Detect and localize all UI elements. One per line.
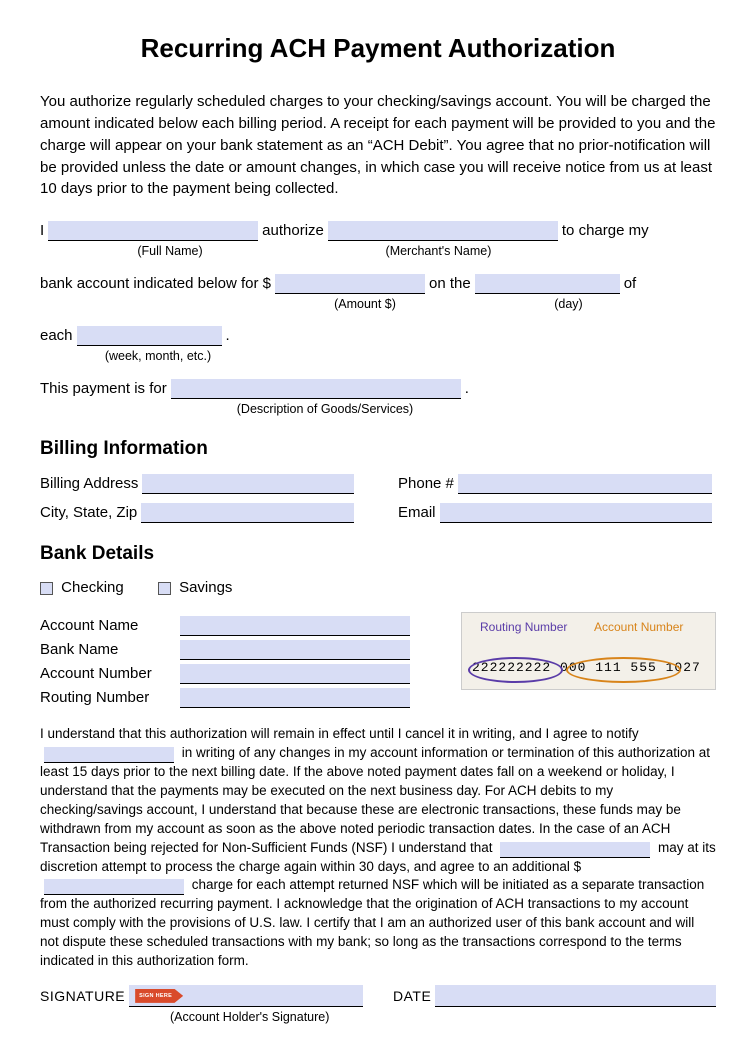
- text-authorize: authorize: [262, 220, 324, 241]
- savings-checkbox[interactable]: [158, 582, 171, 595]
- routing-number-label: Routing Number: [40, 687, 180, 708]
- phone-input[interactable]: [458, 474, 712, 494]
- billing-heading: Billing Information: [40, 436, 716, 463]
- day-input[interactable]: [475, 274, 620, 294]
- sign-here-text: SIGN HERE: [139, 993, 172, 1001]
- city-state-zip-input[interactable]: [141, 503, 354, 523]
- bank-heading: Bank Details: [40, 541, 716, 568]
- email-input[interactable]: [440, 503, 712, 523]
- merchant-name-input[interactable]: [328, 221, 558, 241]
- checking-label: Checking: [61, 579, 124, 596]
- account-oval-icon: [566, 657, 681, 683]
- terms-paragraph: I understand that this authorization wil…: [40, 725, 716, 971]
- period-caption: (week, month, etc.): [88, 348, 228, 366]
- signature-label: SIGNATURE: [40, 987, 125, 1007]
- period-input[interactable]: [77, 326, 222, 346]
- text-i: I: [40, 220, 44, 241]
- billing-address-input[interactable]: [142, 474, 354, 494]
- bank-name-label: Bank Name: [40, 639, 180, 660]
- merchant-caption: (Merchant's Name): [368, 243, 508, 261]
- terms-merchant-2-input[interactable]: [500, 842, 650, 858]
- check-example-image: Routing Number Account Number 222222222 …: [461, 612, 716, 690]
- date-input[interactable]: [435, 985, 716, 1007]
- day-caption: (day): [543, 296, 593, 314]
- bank-name-input[interactable]: [180, 640, 410, 660]
- account-name-input[interactable]: [180, 616, 410, 636]
- text-to-charge: to charge my: [562, 220, 649, 241]
- check-account-label: Account Number: [594, 619, 683, 636]
- full-name-input[interactable]: [48, 221, 258, 241]
- account-number-label: Account Number: [40, 663, 180, 684]
- account-name-label: Account Name: [40, 615, 180, 636]
- billing-address-label: Billing Address: [40, 473, 138, 494]
- text-payment-for: This payment is for: [40, 378, 167, 399]
- savings-label: Savings: [179, 579, 232, 596]
- amount-caption: (Amount $): [320, 296, 410, 314]
- amount-input[interactable]: [275, 274, 425, 294]
- date-label: DATE: [393, 987, 431, 1007]
- phone-label: Phone #: [398, 473, 454, 494]
- description-input[interactable]: [171, 379, 461, 399]
- signature-input[interactable]: SIGN HERE: [129, 985, 363, 1007]
- routing-oval-icon: [468, 657, 563, 683]
- text-on-the: on the: [429, 273, 471, 294]
- terms-nsf-fee-input[interactable]: [44, 879, 184, 895]
- checking-checkbox[interactable]: [40, 582, 53, 595]
- check-routing-label: Routing Number: [480, 619, 567, 636]
- text-each: each: [40, 325, 73, 346]
- account-number-input[interactable]: [180, 664, 410, 684]
- routing-number-input[interactable]: [180, 688, 410, 708]
- intro-paragraph: You authorize regularly scheduled charge…: [40, 91, 716, 200]
- email-label: Email: [398, 502, 436, 523]
- page-title: Recurring ACH Payment Authorization: [40, 30, 716, 66]
- city-state-zip-label: City, State, Zip: [40, 502, 137, 523]
- terms-merchant-1-input[interactable]: [44, 747, 174, 763]
- full-name-caption: (Full Name): [110, 243, 230, 261]
- text-of: of: [624, 273, 637, 294]
- description-caption: (Description of Goods/Services): [210, 401, 440, 419]
- text-bank-account: bank account indicated below for $: [40, 273, 271, 294]
